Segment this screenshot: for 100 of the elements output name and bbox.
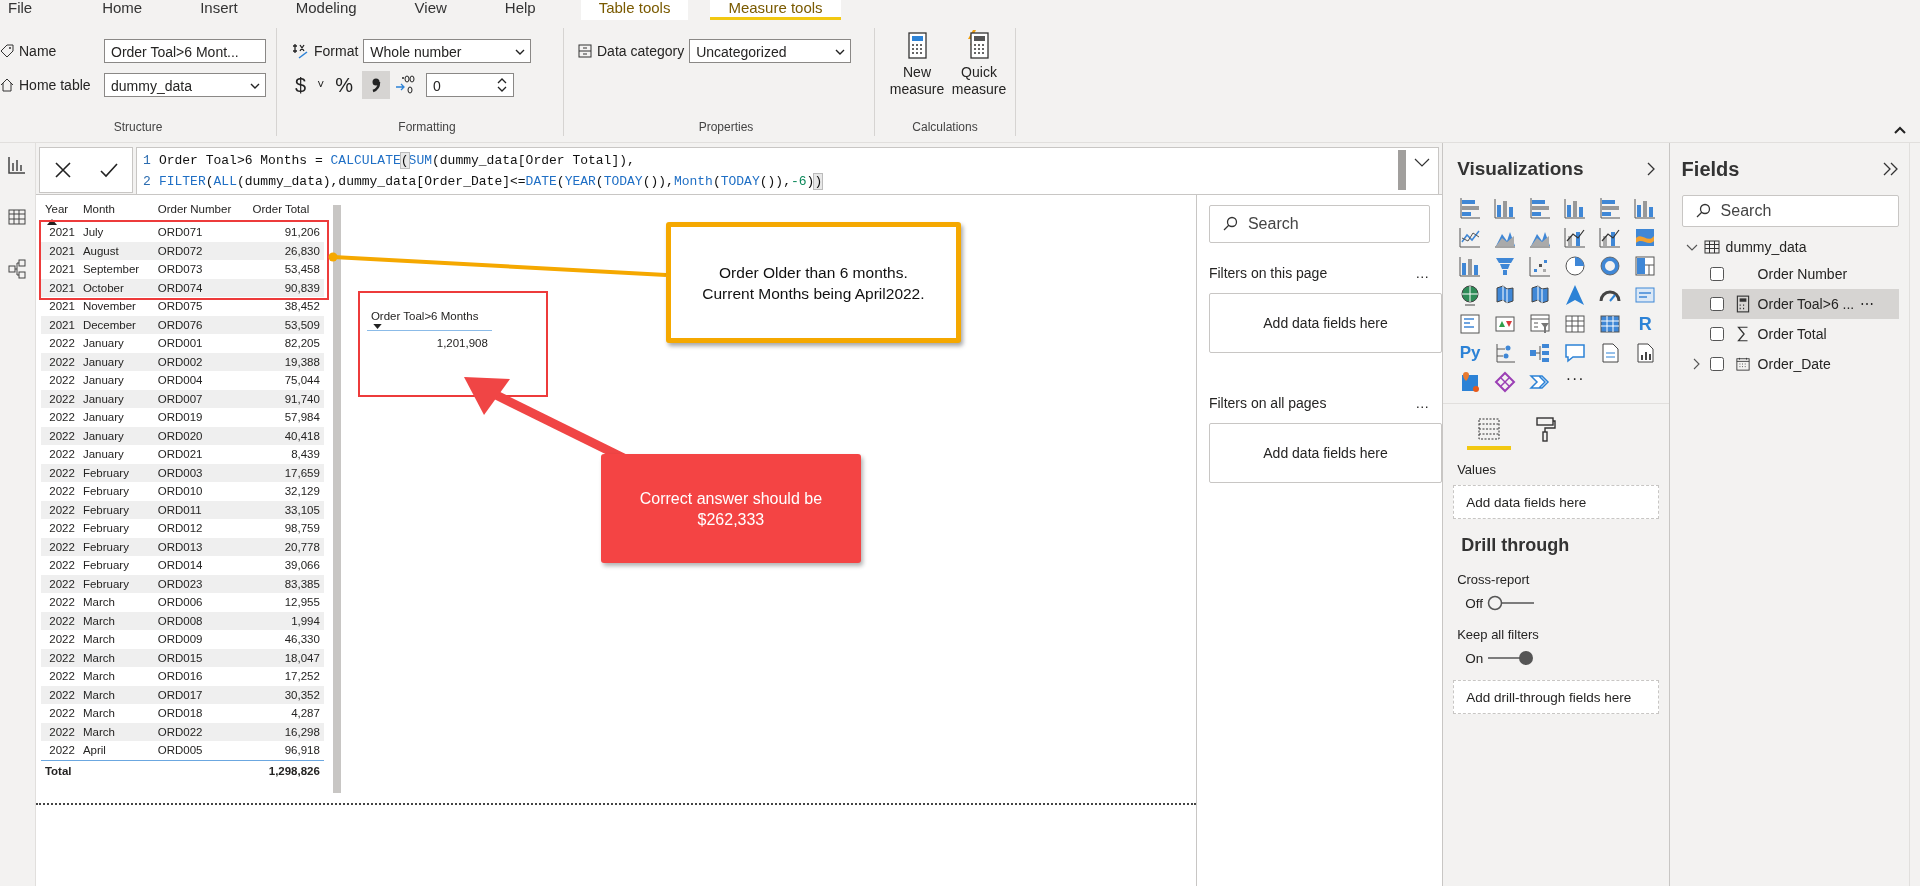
scatter-chart-icon[interactable] [1529, 255, 1552, 277]
drop-zone[interactable]: Add data fields here [1208, 293, 1443, 353]
data-category-dropdown[interactable]: Uncategorized [689, 39, 852, 63]
home-table-dropdown[interactable]: dummy_data [104, 73, 266, 97]
table-icon[interactable] [7, 207, 28, 227]
field-item[interactable]: Order_Date [1681, 349, 1900, 379]
combo-chart-icon[interactable] [1564, 226, 1587, 248]
comma-style-icon[interactable] [361, 71, 390, 99]
field-item[interactable]: Order Number [1681, 259, 1900, 289]
speech-bubble-icon[interactable] [1564, 342, 1587, 364]
ribbon-tab[interactable]: Home [79, 0, 166, 20]
table-icon[interactable] [1564, 313, 1587, 335]
table-cell: December [78, 315, 154, 334]
funnel-icon[interactable] [1494, 255, 1517, 277]
card-title: Order Toal>6 Months [369, 310, 480, 322]
table-cell: 17,252 [248, 667, 324, 686]
double-chevron-icon[interactable] [1883, 162, 1900, 176]
column-header[interactable]: Month [82, 203, 115, 215]
bar-chart-icon[interactable] [7, 155, 28, 175]
visual-type-button[interactable]: R [1634, 313, 1657, 335]
column-chart-icon[interactable] [1564, 197, 1587, 219]
drop-zone[interactable]: Add data fields here [1453, 485, 1659, 519]
name-field[interactable]: Order Toal>6 Mont... [104, 39, 266, 63]
column-header[interactable]: Order Number [157, 203, 232, 215]
line-chart-icon[interactable] [1459, 226, 1482, 248]
search-field[interactable]: Search [1208, 205, 1431, 243]
map-icon[interactable] [1529, 284, 1552, 306]
model-icon[interactable] [7, 259, 28, 279]
ribbon-tab[interactable]: Table tools [580, 0, 689, 20]
scrollbar[interactable] [1398, 150, 1407, 190]
toggle-switch[interactable] [1486, 595, 1535, 611]
ribbon-tab[interactable]: File [0, 0, 56, 20]
chevron-down-icon[interactable] [1414, 158, 1431, 168]
percent-button[interactable]: % [331, 73, 357, 97]
checkbox[interactable] [1709, 267, 1724, 281]
ribbon-tab[interactable]: View [391, 0, 470, 20]
field-item[interactable]: Order Toal>6 ... ⋯ [1681, 289, 1900, 319]
visual-type-button[interactable]: Py [1459, 342, 1482, 364]
format-dropdown[interactable]: Whole number [363, 39, 532, 63]
chevron-right-icon[interactable] [1646, 162, 1655, 176]
search-field[interactable]: Search [1681, 195, 1900, 227]
map-pin-icon[interactable] [1459, 371, 1482, 393]
bar-chart-icon[interactable] [1599, 197, 1622, 219]
spinner-arrows-icon[interactable] [496, 77, 507, 93]
table-cell: January [78, 408, 154, 427]
column-header[interactable]: Year [44, 203, 69, 215]
decimal-icon[interactable] [394, 75, 415, 95]
document-icon[interactable] [1599, 342, 1622, 364]
table-cell: 2022 [40, 463, 79, 482]
more-options-button[interactable]: … [1415, 395, 1431, 411]
matrix-icon[interactable] [1599, 313, 1622, 335]
ribbon-tab[interactable]: Measure tools [710, 0, 841, 20]
ribbon-chart-icon[interactable] [1634, 226, 1657, 248]
treemap-icon[interactable] [1634, 255, 1657, 277]
field-item[interactable]: Order Total [1681, 319, 1900, 349]
report-icon[interactable] [1634, 342, 1657, 364]
table-name[interactable]: dummy_data [1725, 239, 1807, 255]
currency-button[interactable]: $ [291, 73, 311, 97]
diamond-icon[interactable] [1494, 371, 1517, 393]
more-options-button[interactable]: … [1415, 265, 1431, 281]
measure-button[interactable]: Quick measure [951, 30, 1007, 120]
map-icon[interactable] [1494, 284, 1517, 306]
column-chart-icon[interactable] [1634, 197, 1657, 219]
checkbox[interactable] [1709, 357, 1724, 371]
ribbon-tab[interactable]: Insert [177, 0, 261, 20]
card-icon[interactable] [1634, 284, 1657, 306]
measure-button[interactable]: New measure [889, 30, 945, 120]
decimal-places-field[interactable]: 0 [425, 73, 514, 97]
globe-icon[interactable] [1459, 284, 1482, 306]
drop-zone[interactable]: Add drill-through fields here [1453, 680, 1659, 714]
drop-zone[interactable]: Add data fields here [1208, 423, 1443, 483]
column-chart-icon[interactable] [1459, 255, 1482, 277]
kpi-icon[interactable] [1494, 313, 1517, 335]
checkbox[interactable] [1709, 297, 1724, 311]
navigation-arrow-icon[interactable] [1564, 284, 1587, 306]
stacked-bar-chart-icon[interactable] [1459, 197, 1482, 219]
list-card-icon[interactable] [1459, 313, 1482, 335]
column-chart-icon[interactable] [1494, 197, 1517, 219]
collapse-ribbon-icon[interactable] [1894, 126, 1906, 134]
scrollbar[interactable] [332, 205, 341, 793]
sort-icon[interactable] [372, 324, 382, 329]
close-icon[interactable] [52, 160, 73, 180]
toggle-switch[interactable] [1487, 650, 1536, 666]
table-cell: ORD012 [153, 519, 249, 538]
influencers-icon[interactable] [1494, 342, 1517, 364]
ribbon-tab[interactable]: Help [481, 0, 559, 20]
sort-ascending-icon[interactable] [46, 219, 57, 225]
combo-chart-icon[interactable] [1599, 226, 1622, 248]
tree-icon[interactable] [1529, 342, 1552, 364]
currency-dropdown[interactable]: ˅ [315, 78, 327, 92]
column-header[interactable]: Order Total [252, 203, 310, 215]
table-cell: 2022 [40, 389, 79, 408]
bar-chart-icon[interactable] [1529, 197, 1552, 219]
slicer-icon[interactable] [1529, 313, 1552, 335]
ribbon-tab[interactable]: Modeling [272, 0, 380, 20]
more-visuals-button[interactable]: ··· [1564, 371, 1587, 393]
donut-chart-icon[interactable] [1599, 255, 1622, 277]
fields-tab[interactable] [1467, 416, 1512, 450]
checkbox[interactable] [1709, 327, 1724, 341]
pie-chart-icon[interactable] [1564, 255, 1587, 277]
